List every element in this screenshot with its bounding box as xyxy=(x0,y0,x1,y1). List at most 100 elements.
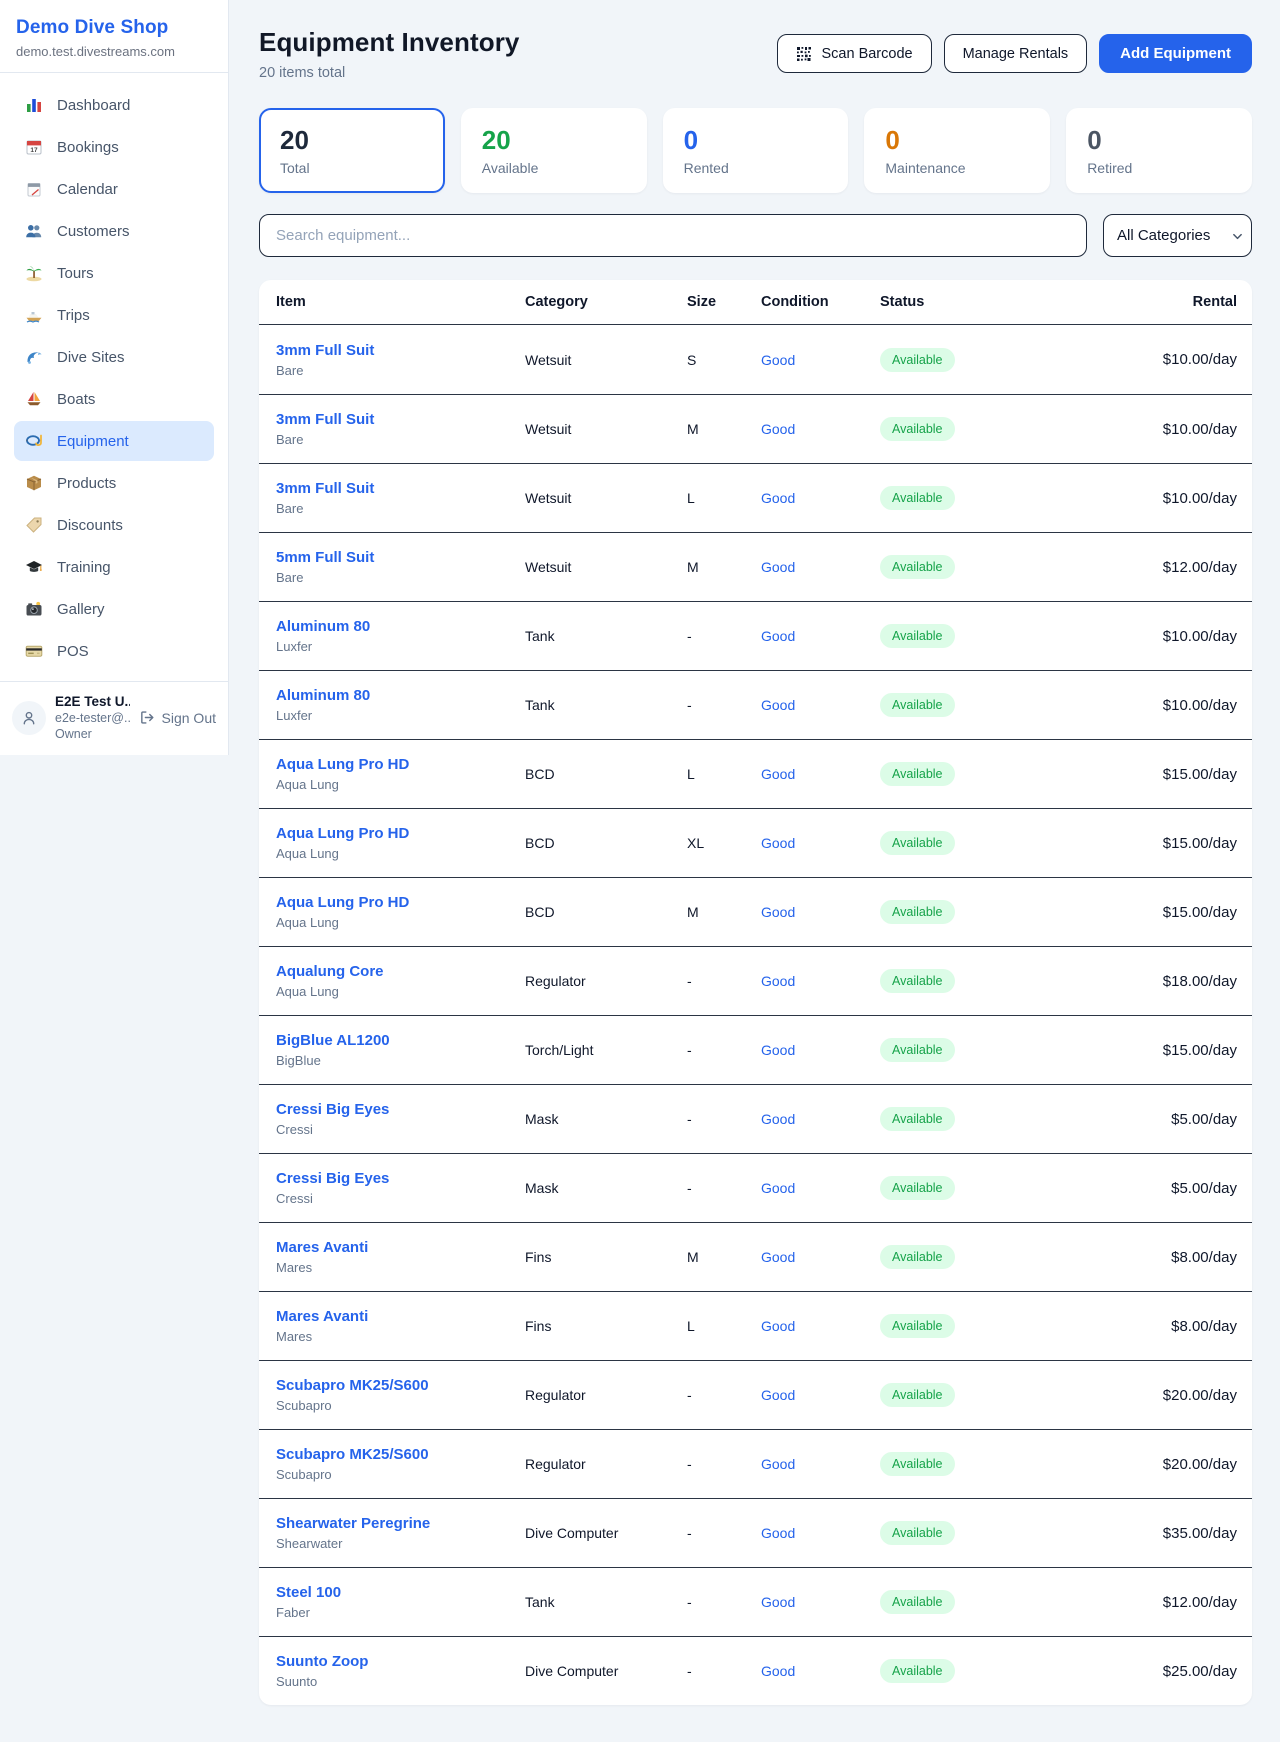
status-badge: Available xyxy=(880,1038,955,1062)
sidebar-item-products[interactable]: Products xyxy=(14,463,214,503)
table-row: Steel 100 Faber Tank - Good Available $1… xyxy=(259,1567,1252,1636)
condition-link[interactable]: Good xyxy=(761,835,795,851)
item-name-link[interactable]: Aqua Lung Pro HD xyxy=(276,825,525,842)
sidebar-item-dashboard[interactable]: Dashboard xyxy=(14,85,214,125)
item-name-link[interactable]: Mares Avanti xyxy=(276,1308,525,1325)
sidebar-item-bookings[interactable]: 17 Bookings xyxy=(14,127,214,167)
item-name-link[interactable]: Cressi Big Eyes xyxy=(276,1101,525,1118)
boats-icon xyxy=(24,390,44,408)
condition-link[interactable]: Good xyxy=(761,1180,795,1196)
item-name-link[interactable]: 3mm Full Suit xyxy=(276,342,525,359)
item-name-link[interactable]: Aqua Lung Pro HD xyxy=(276,894,525,911)
item-name-link[interactable]: Steel 100 xyxy=(276,1584,525,1601)
table-body: 3mm Full Suit Bare Wetsuit S Good Availa… xyxy=(259,325,1252,1705)
item-size: L xyxy=(687,490,761,506)
page-header: Equipment Inventory 20 items total Scan … xyxy=(259,27,1252,81)
item-name-link[interactable]: 3mm Full Suit xyxy=(276,480,525,497)
sidebar-item-dive-sites[interactable]: Dive Sites xyxy=(14,337,214,377)
item-category: Regulator xyxy=(525,1387,687,1403)
item-name-link[interactable]: Mares Avanti xyxy=(276,1239,525,1256)
table-row: Mares Avanti Mares Fins L Good Available… xyxy=(259,1291,1252,1360)
item-name-link[interactable]: Scubapro MK25/S600 xyxy=(276,1446,525,1463)
column-header-category: Category xyxy=(525,294,687,310)
stat-card-total[interactable]: 20 Total xyxy=(259,108,445,193)
sidebar-item-tours[interactable]: Tours xyxy=(14,253,214,293)
item-name-link[interactable]: Aqualung Core xyxy=(276,963,525,980)
rental-price: $35.00/day xyxy=(1119,1525,1237,1542)
sidebar-item-pos[interactable]: POS xyxy=(14,631,214,671)
item-name-link[interactable]: 3mm Full Suit xyxy=(276,411,525,428)
sidebar-item-boats[interactable]: Boats xyxy=(14,379,214,419)
condition-link[interactable]: Good xyxy=(761,766,795,782)
item-name-link[interactable]: Aluminum 80 xyxy=(276,687,525,704)
status-badge: Available xyxy=(880,693,955,717)
item-category: BCD xyxy=(525,766,687,782)
condition-link[interactable]: Good xyxy=(761,1525,795,1541)
sidebar-item-trips[interactable]: Trips xyxy=(14,295,214,335)
status-badge: Available xyxy=(880,348,955,372)
sidebar-item-training[interactable]: Training xyxy=(14,547,214,587)
condition-link[interactable]: Good xyxy=(761,490,795,506)
condition-link[interactable]: Good xyxy=(761,697,795,713)
condition-link[interactable]: Good xyxy=(761,1042,795,1058)
item-name-link[interactable]: Aqua Lung Pro HD xyxy=(276,756,525,773)
item-name-link[interactable]: BigBlue AL1200 xyxy=(276,1032,525,1049)
condition-link[interactable]: Good xyxy=(761,1663,795,1679)
sidebar-item-equipment[interactable]: Equipment xyxy=(14,421,214,461)
filter-row: All Categories xyxy=(259,214,1252,257)
item-size: - xyxy=(687,1387,761,1403)
condition-link[interactable]: Good xyxy=(761,904,795,920)
sidebar-nav: Dashboard 17 Bookings Calendar Customers… xyxy=(0,73,228,681)
condition-link[interactable]: Good xyxy=(761,1456,795,1472)
sidebar-item-label: Calendar xyxy=(57,181,118,198)
rental-price: $15.00/day xyxy=(1119,835,1237,852)
dashboard-icon xyxy=(24,96,44,114)
item-category: BCD xyxy=(525,904,687,920)
add-equipment-button[interactable]: Add Equipment xyxy=(1099,34,1252,73)
condition-link[interactable]: Good xyxy=(761,1387,795,1403)
stat-card-available[interactable]: 20 Available xyxy=(461,108,647,193)
item-name-link[interactable]: Suunto Zoop xyxy=(276,1653,525,1670)
item-category: Dive Computer xyxy=(525,1663,687,1679)
item-name-link[interactable]: Aluminum 80 xyxy=(276,618,525,635)
table-row: Scubapro MK25/S600 Scubapro Regulator - … xyxy=(259,1360,1252,1429)
item-brand: Bare xyxy=(276,432,525,447)
header-actions: Scan Barcode Manage Rentals Add Equipmen… xyxy=(777,34,1252,73)
item-name-link[interactable]: Shearwater Peregrine xyxy=(276,1515,525,1532)
condition-link[interactable]: Good xyxy=(761,1249,795,1265)
item-category: Mask xyxy=(525,1180,687,1196)
item-name-link[interactable]: Scubapro MK25/S600 xyxy=(276,1377,525,1394)
item-size: - xyxy=(687,1180,761,1196)
rental-price: $5.00/day xyxy=(1119,1180,1237,1197)
item-category: Fins xyxy=(525,1249,687,1265)
customers-icon xyxy=(24,222,44,240)
sign-out-button[interactable]: Sign Out xyxy=(139,709,216,726)
stat-card-retired[interactable]: 0 Retired xyxy=(1066,108,1252,193)
item-size: - xyxy=(687,1042,761,1058)
condition-link[interactable]: Good xyxy=(761,1594,795,1610)
search-input[interactable] xyxy=(259,214,1087,257)
item-size: L xyxy=(687,1318,761,1334)
manage-rentals-button[interactable]: Manage Rentals xyxy=(944,34,1088,73)
sidebar-item-gallery[interactable]: Gallery xyxy=(14,589,214,629)
stat-card-rented[interactable]: 0 Rented xyxy=(663,108,849,193)
sidebar-item-customers[interactable]: Customers xyxy=(14,211,214,251)
condition-link[interactable]: Good xyxy=(761,352,795,368)
bookings-icon: 17 xyxy=(24,138,44,156)
sidebar-item-discounts[interactable]: Discounts xyxy=(14,505,214,545)
item-name-link[interactable]: 5mm Full Suit xyxy=(276,549,525,566)
sidebar-item-calendar[interactable]: Calendar xyxy=(14,169,214,209)
condition-link[interactable]: Good xyxy=(761,628,795,644)
table-row: Aqua Lung Pro HD Aqua Lung BCD XL Good A… xyxy=(259,808,1252,877)
condition-link[interactable]: Good xyxy=(761,973,795,989)
condition-link[interactable]: Good xyxy=(761,1111,795,1127)
item-name-link[interactable]: Cressi Big Eyes xyxy=(276,1170,525,1187)
condition-link[interactable]: Good xyxy=(761,559,795,575)
condition-link[interactable]: Good xyxy=(761,421,795,437)
rental-price: $10.00/day xyxy=(1119,697,1237,714)
item-size: - xyxy=(687,697,761,713)
stat-card-maintenance[interactable]: 0 Maintenance xyxy=(864,108,1050,193)
category-select[interactable]: All Categories xyxy=(1103,214,1252,257)
scan-barcode-button[interactable]: Scan Barcode xyxy=(777,34,931,73)
condition-link[interactable]: Good xyxy=(761,1318,795,1334)
